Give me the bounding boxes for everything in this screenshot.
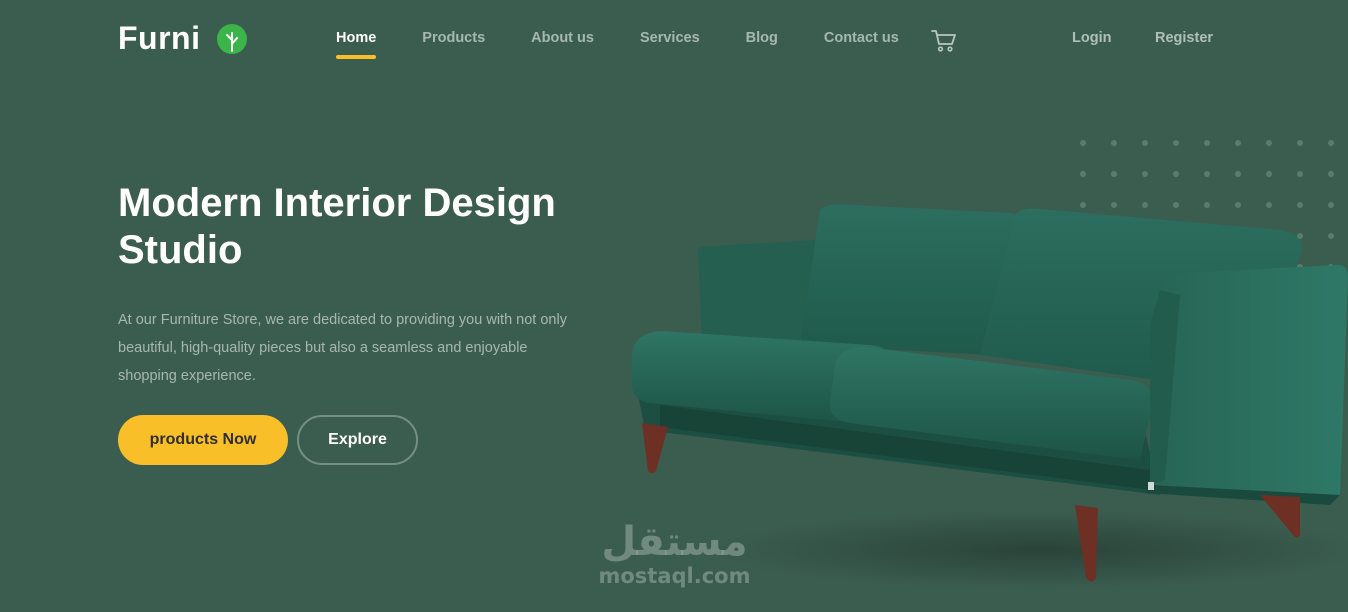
logo[interactable]: Furni: [118, 20, 248, 57]
pattern-dot: [1142, 140, 1148, 146]
pattern-dot: [1328, 140, 1334, 146]
nav-contact-us[interactable]: Contact us: [824, 30, 899, 46]
pattern-dot: [1080, 171, 1086, 177]
nav-home[interactable]: Home: [336, 30, 377, 59]
pattern-dot: [1266, 171, 1272, 177]
nav-about-us[interactable]: About us: [531, 30, 594, 46]
main-menu: Home Products About us Services Blog Con…: [336, 30, 945, 59]
hero-description: At our Furniture Store, we are dedicated…: [118, 312, 567, 384]
pattern-dot: [1173, 140, 1179, 146]
top-navbar: Furni Home Products About us Services Bl…: [0, 0, 1348, 80]
pattern-dot: [1235, 140, 1241, 146]
register-link[interactable]: Register: [1155, 30, 1213, 46]
watermark-latin: mostaql.com: [598, 564, 751, 588]
logo-text: Furni: [118, 20, 201, 56]
pattern-dot: [1204, 171, 1210, 177]
pattern-dot: [1080, 140, 1086, 146]
hero-title: Modern Interior Design Studio: [118, 181, 556, 272]
watermark-arabic: مستقل: [601, 519, 748, 565]
pattern-dot: [1235, 171, 1241, 177]
pattern-dot: [1328, 171, 1334, 177]
pattern-dot: [1266, 140, 1272, 146]
nav-blog[interactable]: Blog: [746, 30, 778, 46]
pattern-dot: [1111, 171, 1117, 177]
pattern-dot: [1142, 171, 1148, 177]
products-now-button[interactable]: products Now: [118, 415, 288, 465]
pattern-dot: [1297, 171, 1303, 177]
pattern-dot: [1111, 140, 1117, 146]
pattern-dot: [1297, 140, 1303, 146]
login-link[interactable]: Login: [1072, 30, 1111, 46]
pattern-dot: [1204, 140, 1210, 146]
nav-services[interactable]: Services: [640, 30, 700, 46]
leaf-icon: [217, 23, 248, 54]
watermark: مستقل mostaql.com: [592, 520, 757, 588]
cart-icon[interactable]: [931, 29, 957, 53]
nav-products[interactable]: Products: [422, 30, 485, 46]
pattern-dot: [1173, 171, 1179, 177]
explore-button[interactable]: Explore: [297, 415, 418, 465]
